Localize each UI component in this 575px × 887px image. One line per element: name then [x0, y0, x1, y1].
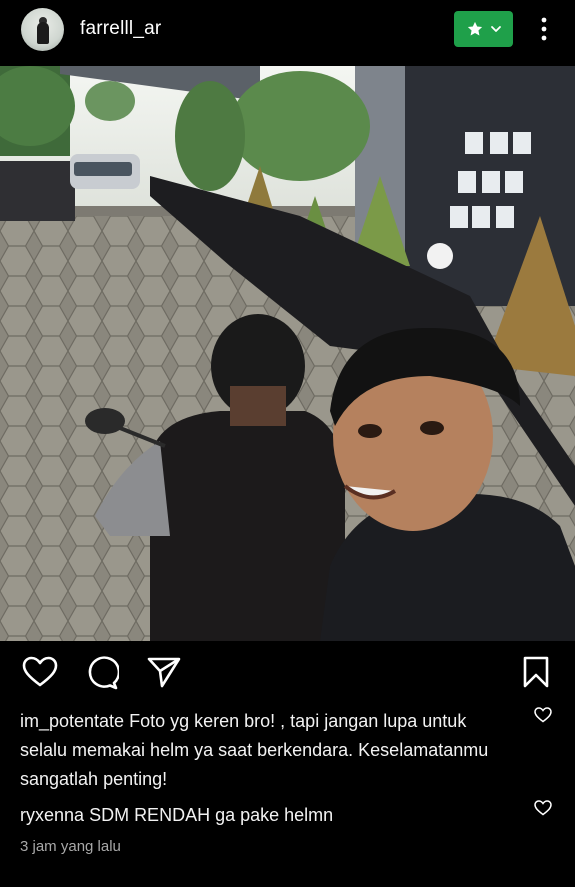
post-actions — [0, 650, 575, 700]
save-button[interactable] — [522, 656, 550, 693]
comment-like-button[interactable] — [534, 800, 552, 821]
chevron-down-icon — [490, 26, 501, 32]
username[interactable]: farrelll_ar — [80, 18, 161, 40]
comment-item: im_potentate Foto yg keren bro! , tapi j… — [20, 707, 500, 794]
comment-item: ryxenna SDM RENDAH ga pake helmn — [20, 801, 500, 830]
like-button[interactable] — [22, 656, 58, 693]
star-icon — [467, 21, 482, 36]
more-vertical-icon — [541, 17, 547, 41]
comment-text: SDM RENDAH ga pake helmn — [89, 805, 334, 825]
avatar-figure — [37, 22, 49, 44]
photo-scene — [0, 66, 575, 641]
post-photo[interactable] — [0, 66, 575, 641]
comment-like-button[interactable] — [534, 707, 552, 728]
more-options-button[interactable] — [533, 14, 555, 44]
comment-button[interactable] — [85, 656, 121, 695]
send-icon — [147, 657, 181, 688]
share-button[interactable] — [147, 656, 181, 693]
comment-icon — [88, 656, 121, 690]
favorite-button[interactable] — [454, 11, 513, 47]
post-header: farrelll_ar — [0, 0, 575, 62]
heart-icon — [22, 656, 58, 687]
bookmark-icon — [523, 656, 549, 688]
heart-icon — [534, 800, 552, 816]
comment-username[interactable]: im_potentate — [20, 711, 124, 731]
avatar[interactable] — [21, 8, 64, 51]
comment-username[interactable]: ryxenna — [20, 805, 84, 825]
heart-icon — [534, 707, 552, 723]
post-timestamp: 3 jam yang lalu — [20, 838, 121, 855]
